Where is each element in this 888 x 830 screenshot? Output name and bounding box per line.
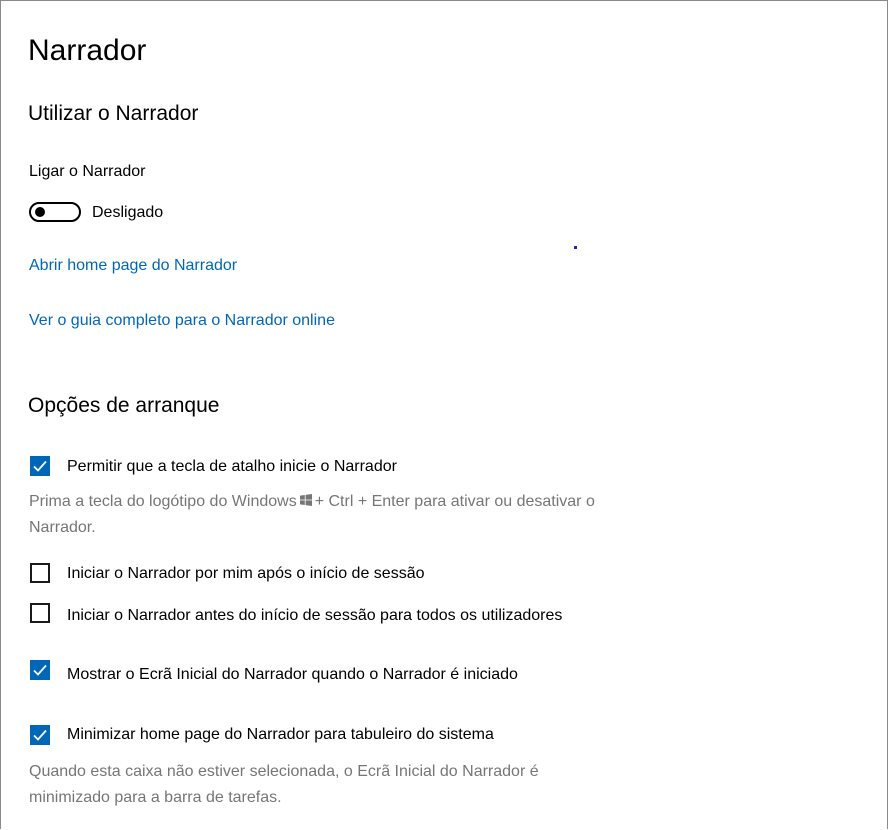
checkbox-show-start-screen-label: Mostrar o Ecrã Inicial do Narrador quand…: [67, 666, 518, 683]
settings-window: Narrador Utilizar o Narrador Ligar o Nar…: [0, 0, 888, 829]
section-heading-use-narrator: Utilizar o Narrador: [28, 102, 199, 125]
checkbox-start-after-signin-label: Iniciar o Narrador por mim após o início…: [67, 565, 425, 582]
windows-logo-icon: [299, 494, 312, 506]
page-title: Narrador: [28, 34, 147, 67]
checkbox-minimize-to-tray[interactable]: [30, 725, 50, 745]
checkbox-shortcut-key-label: Permitir que a tecla de atalho inicie o …: [67, 458, 397, 475]
checkbox-shortcut-key[interactable]: [30, 456, 50, 476]
minimize-hint: Quando esta caixa não estiver selecionad…: [29, 763, 539, 806]
open-narrator-home-link[interactable]: Abrir home page do Narrador: [29, 257, 237, 275]
toggle-state-text: Desligado: [92, 204, 164, 221]
shortcut-hint-text-start: Prima a tecla do logótipo do Windows: [29, 493, 297, 510]
checkbox-start-after-signin[interactable]: [30, 563, 50, 583]
toggle-knob: [35, 207, 45, 217]
checkbox-minimize-to-tray-label: Minimizar home page do Narrador para tab…: [67, 726, 494, 743]
checkbox-start-before-signin[interactable]: [30, 603, 50, 623]
stray-pixel: [574, 246, 577, 249]
checkmark-icon: [33, 664, 47, 676]
checkbox-show-start-screen[interactable]: [30, 660, 50, 680]
checkmark-icon: [33, 460, 47, 472]
section-heading-startup-options: Opções de arranque: [28, 394, 220, 417]
narrator-toggle[interactable]: [29, 202, 81, 222]
narrator-guide-link[interactable]: Ver o guia completo para o Narrador onli…: [29, 312, 335, 330]
checkbox-start-before-signin-label: Iniciar o Narrador antes do início de se…: [67, 607, 563, 624]
checkmark-icon: [33, 729, 47, 741]
toggle-label: Ligar o Narrador: [29, 163, 146, 180]
shortcut-hint: Prima a tecla do logótipo do Windows + C…: [29, 489, 629, 541]
